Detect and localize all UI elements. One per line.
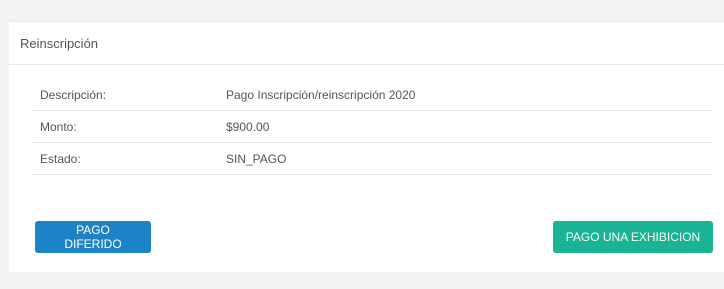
pago-una-exhibicion-button[interactable]: PAGO UNA EXHIBICION: [553, 221, 713, 253]
panel-title: Reinscripción: [20, 35, 99, 51]
pago-diferido-button[interactable]: PAGO DIFERIDO: [35, 221, 151, 253]
panel-heading: Reinscripción: [9, 22, 724, 65]
payment-details-table: Descripción: Pago Inscripción/reinscripc…: [32, 79, 712, 175]
amount-label: Monto:: [40, 119, 77, 134]
table-row: Monto: $900.00: [32, 111, 712, 143]
status-label: Estado:: [40, 151, 81, 166]
panel-body: Descripción: Pago Inscripción/reinscripc…: [9, 79, 724, 175]
amount-value: $900.00: [226, 119, 270, 134]
status-value: SIN_PAGO: [226, 151, 287, 166]
description-value: Pago Inscripción/reinscripción 2020: [226, 87, 416, 102]
description-label: Descripción:: [40, 87, 107, 102]
table-row: Descripción: Pago Inscripción/reinscripc…: [32, 79, 712, 111]
table-row: Estado: SIN_PAGO: [32, 143, 712, 175]
page-edge-divider: [0, 181, 6, 194]
